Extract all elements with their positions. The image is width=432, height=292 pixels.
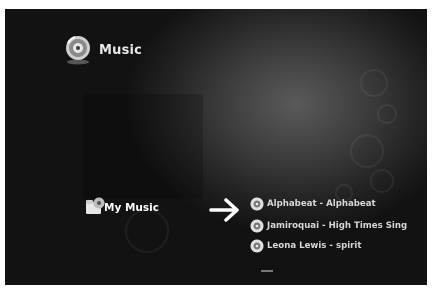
- my-music-item[interactable]: My Music: [104, 202, 159, 214]
- cd-icon: [250, 197, 264, 211]
- media-center-screen: Music My Music Alphabeat - Alphabeat Jam…: [5, 9, 427, 285]
- background-bubble: [377, 104, 397, 124]
- background-bubble: [350, 134, 384, 168]
- song-list-item[interactable]: Jamiroquai - High Times Sing: [250, 218, 407, 234]
- background-bubble: [360, 69, 388, 97]
- background-bubble: [125, 209, 169, 253]
- song-list-item[interactable]: Alphabeat - Alphabeat: [250, 196, 376, 212]
- music-disc-icon: [66, 36, 90, 65]
- song-title: Leona Lewis - spirit: [267, 241, 362, 251]
- right-arrow-icon: [209, 198, 239, 222]
- cd-icon: [250, 219, 264, 233]
- music-folder-icon[interactable]: [85, 196, 105, 216]
- background-bubble: [370, 169, 394, 193]
- cd-icon: [250, 239, 264, 253]
- page-title: Music: [99, 43, 143, 58]
- song-title: Jamiroquai - High Times Sing: [267, 221, 408, 231]
- preview-panel: [83, 94, 203, 199]
- more-items-indicator: [261, 270, 273, 272]
- song-list-item[interactable]: Leona Lewis - spirit: [250, 238, 361, 254]
- song-title: Alphabeat - Alphabeat: [267, 199, 376, 209]
